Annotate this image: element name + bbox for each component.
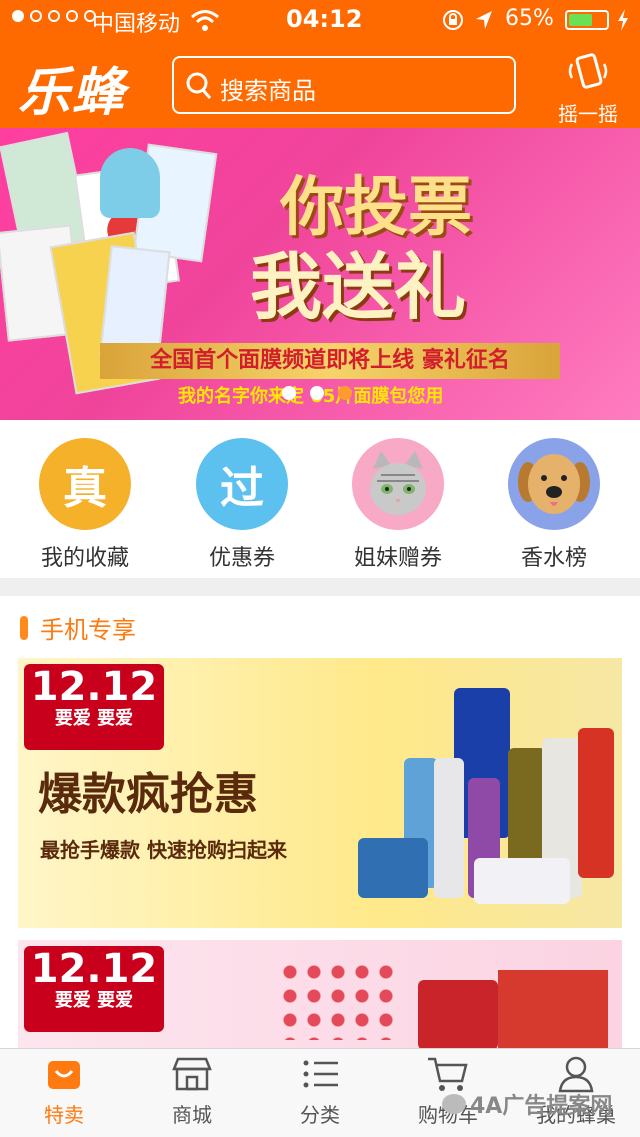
category-row: 真 我的收藏 过 优惠券 姐妹赠券 香水榜 (0, 420, 640, 578)
category-label: 我的收藏 (40, 546, 129, 571)
app-header: 中国移动 04:12 65% 乐蜂 搜索商品 摇一摇 (0, 0, 640, 128)
store-icon (172, 1057, 212, 1091)
category-label: 香水榜 (520, 546, 587, 571)
badge-subtext: 要爱 要爱 (54, 708, 134, 729)
promo-headline: 爆款疯抢惠 (38, 769, 258, 820)
coupon-icon: 过 (196, 438, 288, 530)
promo-banner[interactable]: 你投票 我送礼 全国首个面膜频道即将上线 豪礼征名 我的名字你来定 65片面膜包… (0, 128, 640, 420)
status-bar: 中国移动 04:12 65% (0, 0, 640, 40)
shake-button[interactable]: 摇一摇 (548, 52, 628, 127)
watermark-text: 4A广告提案网 (470, 1094, 613, 1119)
product-jar-image (358, 838, 428, 898)
carousel-dot[interactable] (282, 386, 296, 400)
shake-phone-icon (568, 53, 608, 89)
product-bottle-image (418, 980, 498, 1048)
section-marker (20, 616, 28, 640)
petals-image (278, 960, 398, 1040)
battery-level (569, 14, 592, 26)
favorites-icon: 真 (39, 438, 131, 530)
category-label: 优惠券 (208, 546, 275, 571)
carousel-dot-active[interactable] (338, 386, 352, 400)
category-favorites[interactable]: 真 我的收藏 (10, 438, 160, 572)
wifi-icon (191, 10, 219, 31)
double12-badge: 12.12 要爱 要爱 (24, 946, 164, 1032)
section-title: 手机专享 (40, 616, 136, 644)
badge-number: 12.12 (30, 664, 158, 710)
carousel-indicator[interactable] (282, 386, 352, 400)
category-perfume-rank[interactable]: 香水榜 (479, 438, 629, 572)
signal-dots-icon (12, 10, 96, 22)
tab-mall[interactable]: 商城 (128, 1055, 256, 1128)
shake-label: 摇一摇 (558, 102, 618, 126)
mascot-image (100, 148, 160, 218)
promo-subline: 最抢手爆款 快速抢购扫起来 (40, 838, 287, 862)
search-placeholder: 搜索商品 (220, 77, 316, 105)
banner-strip: 全国首个面膜频道即将上线 豪礼征名 (100, 343, 560, 379)
tab-categories[interactable]: 分类 (256, 1055, 384, 1128)
category-sister-gift[interactable]: 姐妹赠券 (323, 438, 473, 572)
promo-card-hot-deals[interactable]: 12.12 要爱 要爱 爆款疯抢惠 最抢手爆款 快速抢购扫起来 (18, 658, 622, 928)
badge-number: 12.12 (30, 946, 158, 992)
charging-bolt-icon (618, 9, 628, 31)
battery-percent: 65% (505, 6, 554, 31)
badge-subtext: 要爱 要爱 (54, 990, 134, 1011)
tab-label: 分类 (300, 1103, 340, 1127)
product-bottle-image (434, 758, 464, 898)
carousel-dot[interactable] (310, 386, 324, 400)
double12-badge: 12.12 要爱 要爱 (24, 664, 164, 750)
rotation-lock-icon (443, 10, 463, 30)
category-coupons[interactable]: 过 优惠券 (167, 438, 317, 572)
tab-label: 特卖 (44, 1103, 84, 1127)
category-label: 姐妹赠券 (353, 546, 442, 571)
search-icon (186, 72, 212, 99)
mobile-exclusive-section: 手机专享 12.12 要爱 要爱 爆款疯抢惠 最抢手爆款 快速抢购扫起来 12.… (0, 596, 640, 1048)
battery-icon (565, 10, 609, 30)
list-icon (303, 1060, 338, 1088)
tab-label: 商城 (172, 1103, 212, 1127)
dog-avatar-icon (508, 438, 600, 530)
search-input[interactable]: 搜索商品 (172, 56, 516, 114)
product-jar-image (474, 858, 570, 904)
location-arrow-icon (476, 11, 492, 29)
banner-title-line2: 我送礼 (250, 245, 467, 329)
bag-icon (48, 1061, 80, 1089)
cart-icon (428, 1057, 468, 1091)
carrier-name: 中国移动 (92, 12, 181, 37)
wechat-icon (442, 1094, 466, 1114)
promo-card-estee-lauder[interactable]: 12.12 要爱 要爱 (18, 940, 622, 1048)
cat-avatar-icon (352, 438, 444, 530)
status-time: 04:12 (286, 5, 363, 33)
tab-flash-sale[interactable]: 特卖 (0, 1055, 128, 1128)
product-box-image (498, 970, 608, 1048)
app-logo[interactable]: 乐蜂 (18, 50, 126, 125)
product-bottle-image (578, 728, 614, 878)
